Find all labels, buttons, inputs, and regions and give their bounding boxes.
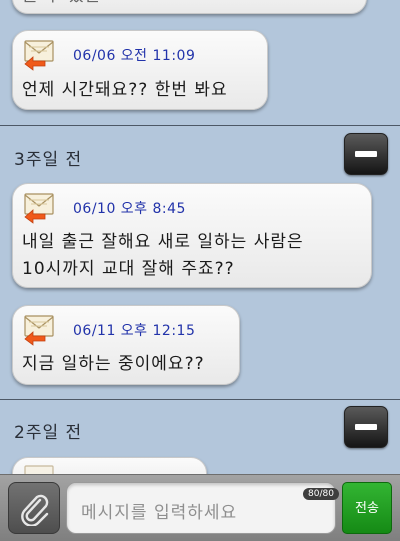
section-divider [0,399,400,400]
section-label: 3주일 전 [14,150,83,170]
message-thread[interactable]: 늘 수 있는 06/06 오전 11:09 언제 시간돼요?? 한번 봐요 3주… [0,0,400,474]
message-bubble[interactable]: 06/10 오후 8:45 내일 출근 잘해요 새로 일하는 사람은 10시까지… [12,183,372,288]
message-input[interactable]: 메시지를 입력하세요 80/80 [66,482,339,534]
message-timestamp: 06/06 오전 11:09 [73,48,196,64]
envelope-icon [23,464,59,474]
message-timestamp: 06/10 오후 8:45 [73,201,186,217]
collapse-section-button[interactable] [344,133,388,175]
message-bubble-partial[interactable]: 늘 수 있는 [12,0,367,14]
collapse-section-button[interactable] [344,406,388,448]
message-text-line-2: 10시까지 교대 잘해 주죠?? [22,259,235,279]
message-bubble-partial[interactable] [12,457,207,474]
paperclip-icon [21,494,49,526]
message-bubble[interactable]: 06/06 오전 11:09 언제 시간돼요?? 한번 봐요 [12,30,268,110]
char-count-badge: 80/80 [303,488,339,500]
section-label: 2주일 전 [14,423,83,443]
message-text: 늘 수 있는 [22,0,101,10]
minus-icon [355,151,377,157]
section-divider [0,125,400,126]
envelope-icon [23,192,59,224]
message-text-line-1: 내일 출근 잘해요 새로 일하는 사람은 [22,232,304,252]
message-text: 언제 시간돼요?? 한번 봐요 [22,80,228,100]
message-timestamp: 06/11 오후 12:15 [73,323,196,339]
message-input-placeholder: 메시지를 입력하세요 [81,503,238,523]
send-button[interactable]: 전송 [342,482,392,534]
envelope-icon [23,314,59,346]
minus-icon [355,424,377,430]
message-text: 지금 일하는 중이에요?? [22,354,205,374]
envelope-icon [23,39,59,71]
message-bubble[interactable]: 06/11 오후 12:15 지금 일하는 중이에요?? [12,305,240,385]
attach-button[interactable] [8,482,60,534]
message-composer: 메시지를 입력하세요 80/80 전송 [0,474,400,541]
